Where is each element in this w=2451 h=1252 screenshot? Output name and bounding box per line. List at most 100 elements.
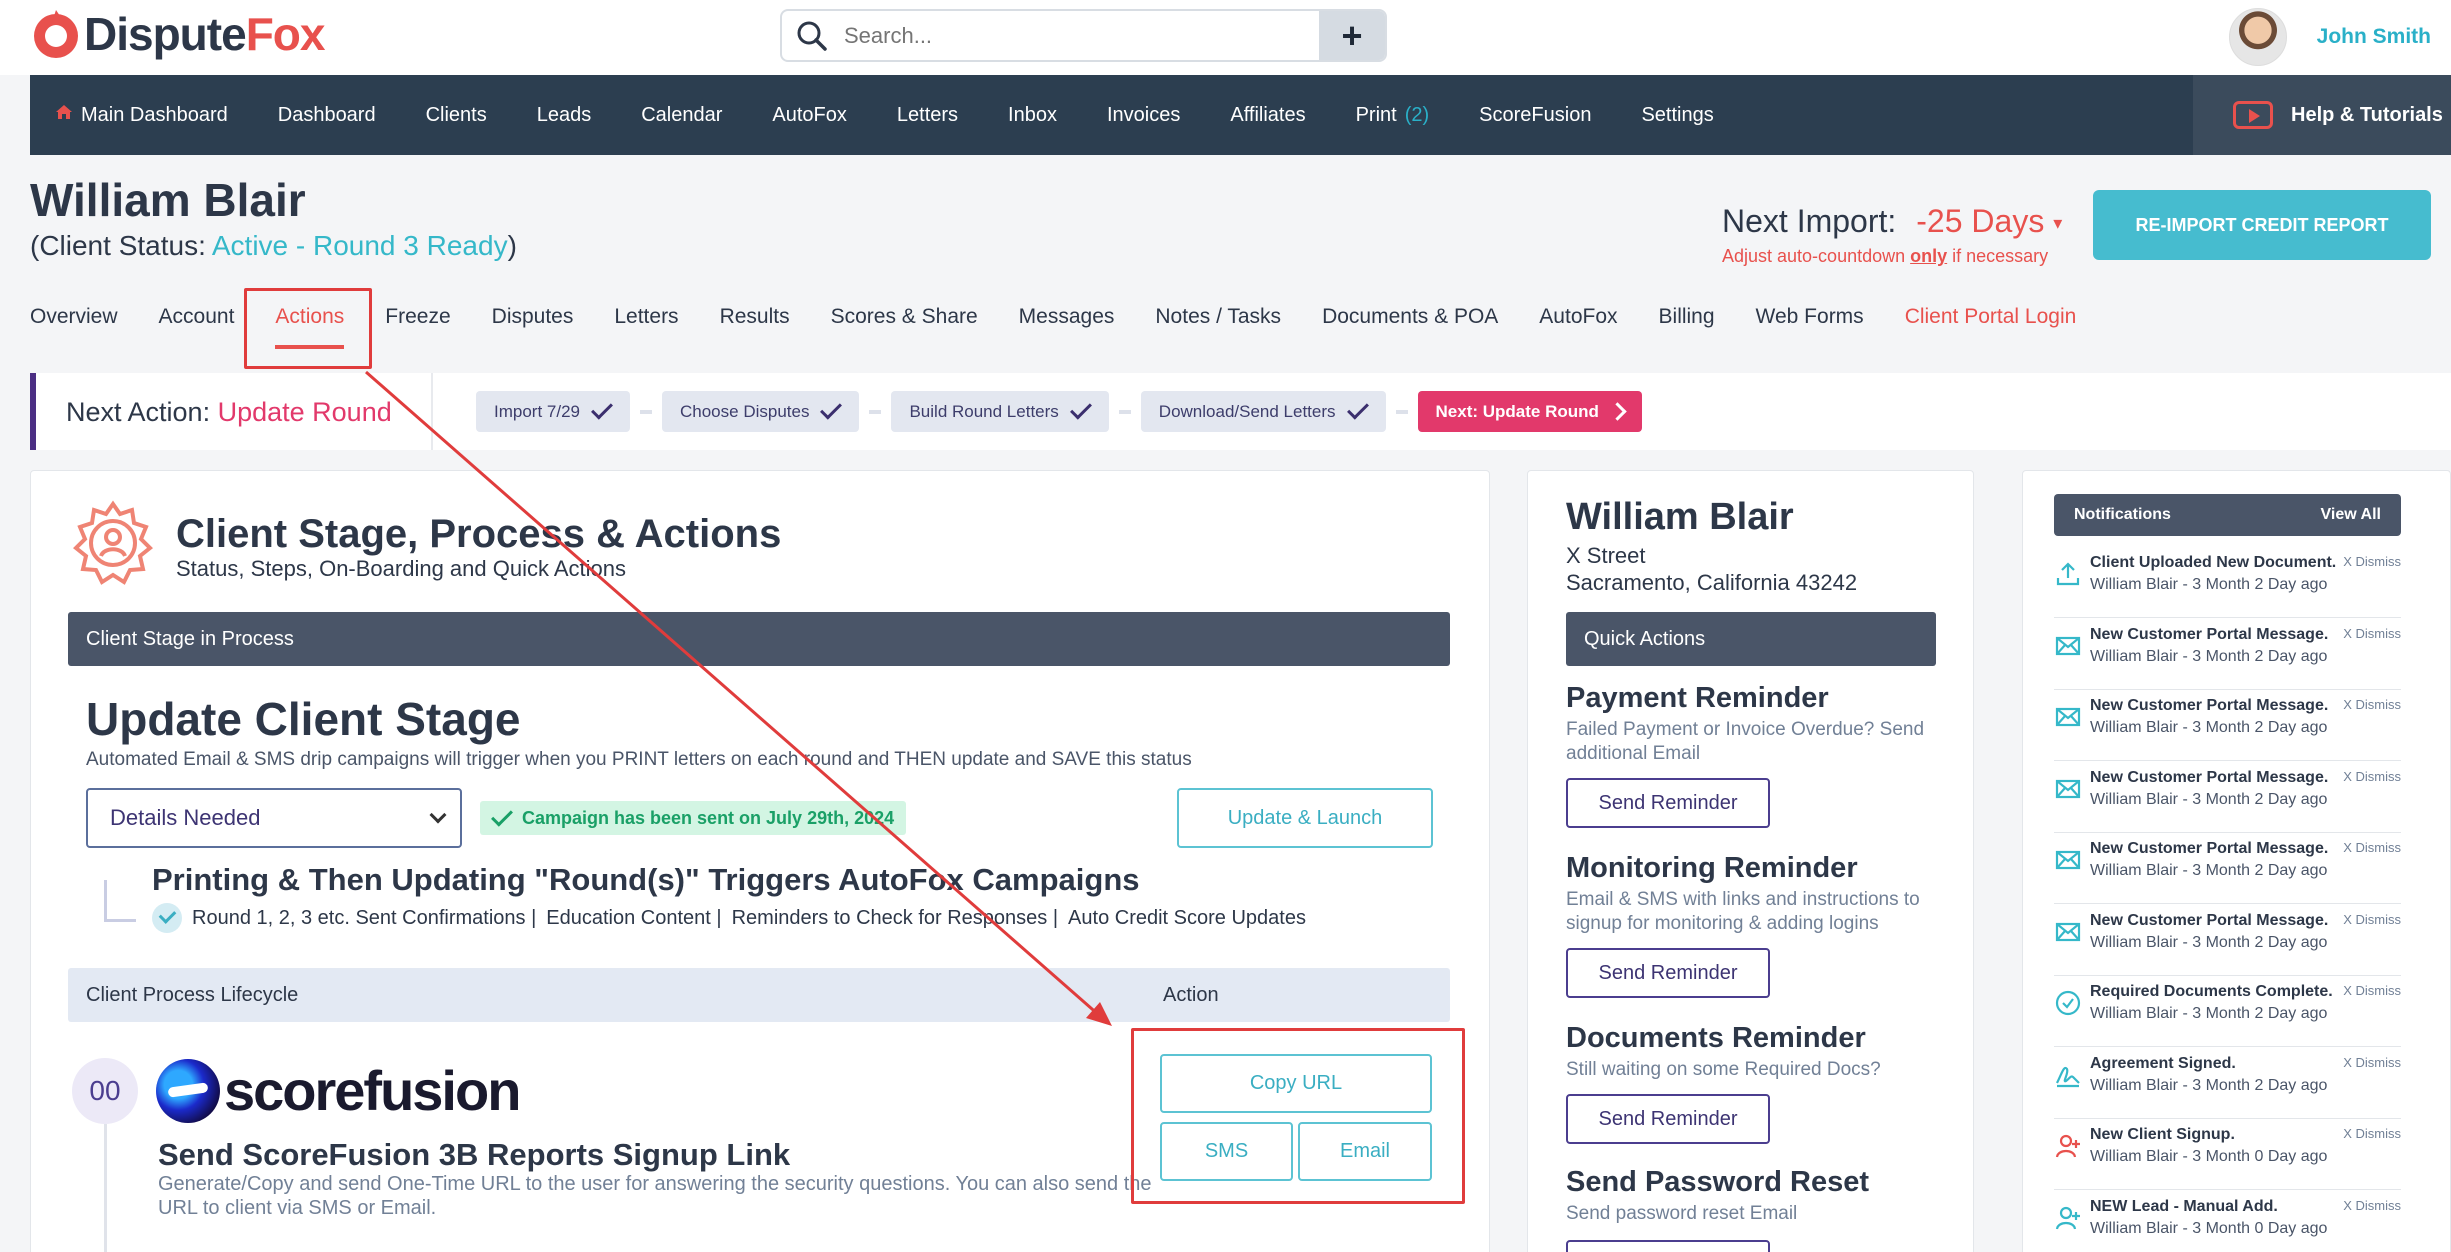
client-name: William Blair (30, 174, 306, 226)
nav-item-affiliates[interactable]: Affiliates (1205, 104, 1330, 127)
next-action-bar: Next Action: Update Round Import 7/29 Cho… (30, 373, 2451, 450)
trigger-item: Reminders to Check for Responses | (731, 906, 1059, 929)
nav-item-letters[interactable]: Letters (872, 104, 983, 127)
send-reminder-button[interactable]: Send Reminder (1566, 948, 1770, 998)
tab-scores-share[interactable]: Scores & Share (831, 305, 978, 329)
next-import-days-dropdown[interactable]: -25 Days ▾ (1916, 203, 2062, 239)
tab-documents-poa[interactable]: Documents & POA (1322, 305, 1498, 329)
user-gear-icon (73, 500, 153, 585)
search-input[interactable] (830, 11, 1319, 60)
add-button[interactable]: + (1319, 11, 1385, 60)
client-status: (Client Status: Active - Round 3 Ready) (30, 230, 517, 262)
dismiss-link[interactable]: X Dismiss (2343, 1055, 2401, 1070)
send-reminder-button[interactable]: Send Reminder (1566, 1094, 1770, 1144)
dismiss-link[interactable]: X Dismiss (2343, 983, 2401, 998)
nav-item-label: ScoreFusion (1479, 103, 1592, 126)
chevron-down-icon (429, 806, 447, 824)
nav-item-clients[interactable]: Clients (401, 104, 512, 127)
notification-item[interactable]: New Customer Portal Message. William Blai… (2054, 904, 2401, 976)
reimport-credit-report-button[interactable]: RE-IMPORT CREDIT REPORT (2093, 190, 2431, 260)
notifications-header: Notifications View All (2054, 494, 2401, 536)
tab-billing[interactable]: Billing (1659, 305, 1715, 329)
trigger-item: Auto Credit Score Updates (1068, 906, 1306, 929)
update-client-stage-title: Update Client Stage (86, 693, 521, 745)
search-icon (797, 21, 827, 51)
tab-disputes[interactable]: Disputes (492, 305, 574, 329)
nav-item-settings[interactable]: Settings (1616, 104, 1738, 127)
dismiss-link[interactable]: X Dismiss (2343, 840, 2401, 855)
dismiss-link[interactable]: X Dismiss (2343, 697, 2401, 712)
notification-meta: William Blair - 3 Month 0 Day ago (2090, 1148, 2328, 1165)
quick-action-description: Still waiting on some Required Docs? (1566, 1059, 1881, 1080)
user-name[interactable]: John Smith (2317, 25, 2431, 49)
dismiss-link[interactable]: X Dismiss (2343, 1198, 2401, 1213)
dismiss-link[interactable]: X Dismiss (2343, 554, 2401, 569)
disputefox-logo[interactable]: DisputeFox (30, 6, 325, 62)
notification-item[interactable]: Client Uploaded New Document. William Bla… (2054, 546, 2401, 618)
tab-web-forms[interactable]: Web Forms (1756, 305, 1864, 329)
client-stage-value: Details Needed (110, 805, 261, 830)
notification-item[interactable]: New Customer Portal Message. William Blai… (2054, 761, 2401, 833)
notification-item[interactable]: Agreement Signed. William Blair - 3 Month… (2054, 1047, 2401, 1119)
user-menu[interactable]: John Smith (2228, 8, 2431, 66)
progress-step[interactable]: Import 7/29 (476, 391, 630, 432)
nav-item-label: Inbox (1008, 103, 1057, 126)
avatar[interactable] (2228, 8, 2287, 66)
client-stage-select[interactable]: Details Needed (86, 788, 462, 848)
notification-item[interactable]: Required Documents Complete. William Blai… (2054, 975, 2401, 1047)
check-circle-icon (2054, 989, 2082, 1017)
notification-title: Agreement Signed. (2090, 1054, 2236, 1072)
nav-item-autofox[interactable]: AutoFox (747, 104, 871, 127)
dismiss-link[interactable]: X Dismiss (2343, 626, 2401, 641)
check-icon (1069, 397, 1092, 420)
dismiss-link[interactable]: X Dismiss (2343, 1126, 2401, 1141)
dismiss-link[interactable]: X Dismiss (2343, 912, 2401, 927)
next-action-value: Update Round (217, 397, 392, 427)
notification-item[interactable]: New Customer Portal Message. William Blai… (2054, 689, 2401, 761)
tab-client-portal-login[interactable]: Client Portal Login (1905, 305, 2077, 329)
tab-autofox[interactable]: AutoFox (1539, 305, 1617, 329)
next-update-round-button[interactable]: Next: Update Round (1417, 391, 1642, 432)
side-client-name: William Blair (1566, 496, 1794, 538)
tab-letters[interactable]: Letters (614, 305, 678, 329)
nav-item-print[interactable]: Print (2) (1331, 104, 1455, 127)
progress-step[interactable]: Choose Disputes (662, 391, 860, 432)
nav-item-label: Leads (536, 103, 592, 126)
nav-item-leads[interactable]: Leads (512, 104, 617, 127)
next-import: Next Import: -25 Days ▾ (1722, 203, 2062, 240)
client-stage-bar: Client Stage in Process (68, 612, 1450, 666)
next-import-label: Next Import: (1722, 203, 1897, 239)
quick-action-description: Failed Payment or Invoice Overdue? Send … (1566, 719, 1925, 764)
nav-item-dashboard[interactable]: Dashboard (253, 104, 401, 127)
help-tutorials-button[interactable]: Help & Tutorials (2193, 75, 2451, 155)
tab-account[interactable]: Account (159, 305, 235, 329)
view-all-link[interactable]: View All (2321, 506, 2381, 524)
notification-item[interactable]: NEW Lead - Manual Add. William Blair - 3 … (2054, 1190, 2401, 1252)
progress-step[interactable]: Build Round Letters (891, 391, 1109, 432)
tab-notes-tasks[interactable]: Notes / Tasks (1155, 305, 1281, 329)
update-launch-button[interactable]: Update & Launch (1177, 788, 1433, 848)
nav-item-label: Letters (896, 103, 959, 126)
tab-freeze[interactable]: Freeze (385, 305, 450, 329)
check-circle-icon (152, 903, 182, 933)
nav-item-calendar[interactable]: Calendar (616, 104, 747, 127)
notification-item[interactable]: New Customer Portal Message. William Blai… (2054, 832, 2401, 904)
adjust-text-c: if necessary (1947, 246, 2049, 266)
progress-step[interactable]: Download/Send Letters (1140, 391, 1386, 432)
notification-item[interactable]: New Customer Portal Message. William Blai… (2054, 618, 2401, 690)
nav-item-invoices[interactable]: Invoices (1082, 104, 1205, 127)
nav-item-main-dashboard[interactable]: Main Dashboard (30, 103, 253, 127)
nav-item-inbox[interactable]: Inbox (983, 104, 1082, 127)
dismiss-link[interactable]: X Dismiss (2343, 769, 2401, 784)
import-days: -25 Days (1916, 203, 2045, 239)
send-reminder-button[interactable] (1566, 1240, 1770, 1252)
progress-step-label: Build Round Letters (909, 401, 1059, 421)
tab-overview[interactable]: Overview (30, 305, 118, 329)
notification-meta: William Blair - 3 Month 2 Day ago (2090, 1005, 2328, 1022)
tab-results[interactable]: Results (720, 305, 790, 329)
send-reminder-button[interactable]: Send Reminder (1566, 778, 1770, 828)
notification-item[interactable]: New Client Signup. William Blair - 3 Mont… (2054, 1118, 2401, 1190)
tab-messages[interactable]: Messages (1019, 305, 1115, 329)
divider (431, 373, 433, 450)
nav-item-scorefusion[interactable]: ScoreFusion (1454, 104, 1616, 127)
